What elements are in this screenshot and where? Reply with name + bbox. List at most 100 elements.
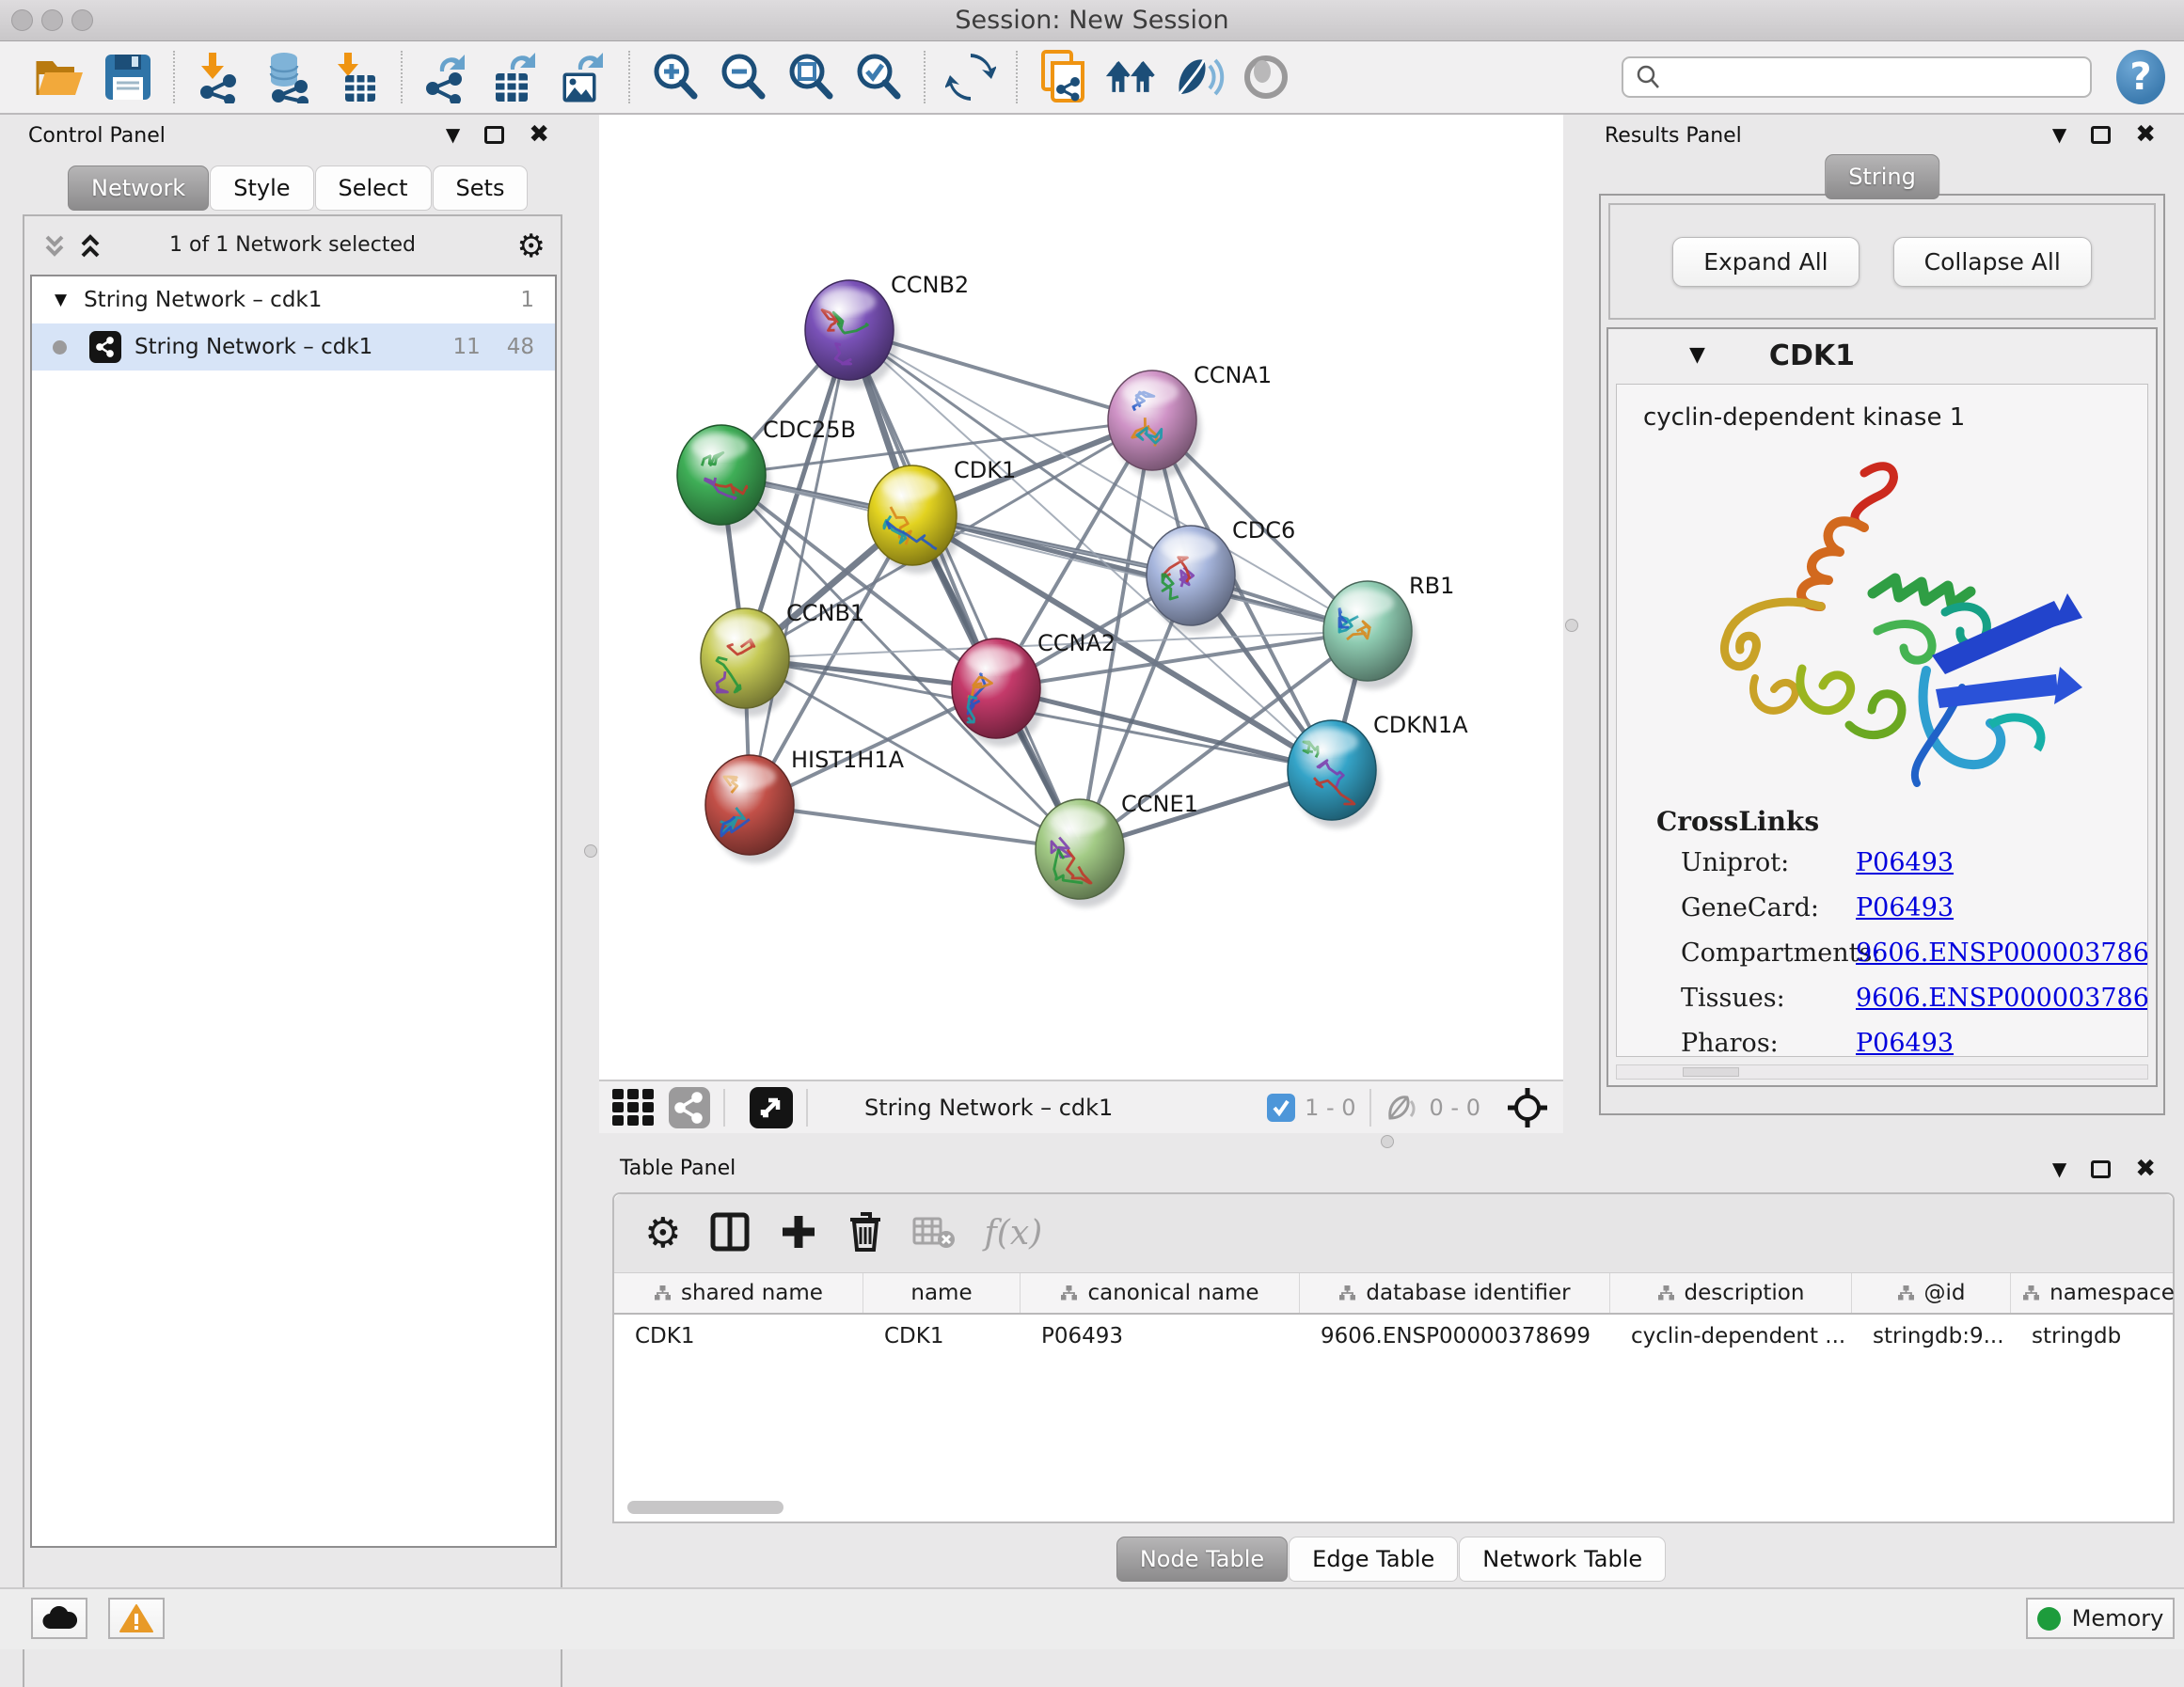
network-row[interactable]: String Network – cdk1 11 48	[32, 323, 555, 371]
delete-column-icon[interactable]	[847, 1210, 884, 1257]
table-horizontal-scrollbar[interactable]	[627, 1501, 783, 1514]
network-node-RB1[interactable]	[1323, 581, 1416, 689]
collapse-panel-icon[interactable]: ▼	[2052, 125, 2066, 144]
network-node-CCNE1[interactable]	[1036, 799, 1129, 907]
table-options-gear-icon[interactable]: ⚙	[644, 1209, 681, 1257]
tree-expand-icon[interactable]: ▼	[55, 292, 67, 308]
apply-layout-refresh-icon[interactable]	[944, 51, 997, 103]
tab-node-table[interactable]: Node Table	[1116, 1537, 1288, 1582]
tab-string[interactable]: String	[1825, 154, 1939, 199]
zoom-fit-content-icon[interactable]	[784, 51, 837, 103]
birds-eye-view-icon[interactable]	[610, 1087, 657, 1128]
warning-icon	[119, 1603, 153, 1633]
table-cell[interactable]: cyclin-dependent ...	[1610, 1315, 1852, 1348]
tab-select[interactable]: Select	[315, 166, 432, 211]
expand-all-button[interactable]: Expand All	[1672, 237, 1859, 287]
table-cell[interactable]: 9606.ENSP00000378699	[1300, 1315, 1610, 1348]
hidden-node-edge-counts: 0 - 0	[1430, 1095, 1480, 1121]
network-node-CDKN1A[interactable]	[1288, 720, 1381, 828]
open-view-in-window-icon[interactable]	[750, 1087, 793, 1128]
table-cell[interactable]: CDK1	[863, 1315, 1021, 1348]
function-builder-icon-disabled: f(x)	[984, 1214, 1042, 1253]
tab-network-table[interactable]: Network Table	[1459, 1537, 1666, 1582]
table-cell[interactable]: stringdb:9...	[1852, 1315, 2011, 1348]
column-header-database-identifier[interactable]: database identifier	[1300, 1273, 1610, 1313]
import-network-from-database-icon[interactable]	[261, 51, 314, 103]
left-splitter-handle[interactable]	[584, 844, 597, 858]
column-header-@id[interactable]: @id	[1852, 1273, 2011, 1313]
close-panel-icon[interactable]: ✖	[2135, 122, 2156, 147]
selected-items-checkbox[interactable]	[1267, 1094, 1295, 1122]
float-panel-icon[interactable]	[484, 126, 504, 144]
import-network-from-file-icon[interactable]	[194, 51, 246, 103]
network-node-CDK1[interactable]	[868, 465, 961, 574]
export-image-icon[interactable]	[557, 51, 609, 103]
tab-style[interactable]: Style	[210, 166, 313, 211]
enhance-graphics-icon[interactable]	[1172, 51, 1225, 103]
string-view-badge-icon[interactable]	[669, 1087, 710, 1128]
cloud-status-button[interactable]	[31, 1598, 87, 1639]
collapse-all-button[interactable]: Collapse All	[1893, 237, 2092, 287]
table-cell[interactable]: stringdb	[2011, 1315, 2184, 1348]
memory-button[interactable]: Memory	[2026, 1598, 2175, 1639]
zoom-out-icon[interactable]	[717, 51, 769, 103]
crosslink-genecard-link[interactable]: P06493	[1856, 893, 1954, 922]
close-panel-icon[interactable]: ✖	[2135, 1157, 2156, 1181]
close-panel-icon[interactable]: ✖	[529, 122, 549, 147]
tab-edge-table[interactable]: Edge Table	[1289, 1537, 1458, 1582]
help-button[interactable]: ?	[2116, 50, 2165, 104]
warnings-button[interactable]	[108, 1598, 165, 1639]
tab-sets[interactable]: Sets	[433, 166, 529, 211]
network-node-CCNB2[interactable]	[805, 280, 898, 388]
zoom-in-icon[interactable]	[649, 51, 702, 103]
gene-section-header[interactable]: ▼ CDK1	[1608, 329, 2156, 382]
horizontal-splitter-handle[interactable]	[1381, 1135, 1394, 1148]
collapse-panel-icon[interactable]: ▼	[446, 125, 460, 144]
fit-selection-crosshair-icon[interactable]	[1507, 1087, 1548, 1128]
column-header-name[interactable]: name	[863, 1273, 1021, 1313]
crosslink-pharos-link[interactable]: P06493	[1856, 1029, 1954, 1057]
crosslink-compartments-link[interactable]: 9606.ENSP00000378699	[1856, 938, 2148, 968]
export-network-icon[interactable]	[421, 51, 474, 103]
open-session-in-browser-icon[interactable]	[1037, 51, 1089, 103]
table-cell[interactable]: P06493	[1021, 1315, 1300, 1348]
zoom-selected-icon[interactable]	[852, 51, 905, 103]
crosslink-uniprot-link[interactable]: P06493	[1856, 848, 1954, 877]
network-node-HIST1H1A[interactable]	[705, 755, 799, 863]
create-column-icon[interactable]	[779, 1212, 818, 1255]
network-node-CCNA1[interactable]	[1108, 371, 1201, 479]
crosslink-tissues-link[interactable]: 9606.ENSP00000378699	[1856, 984, 2148, 1013]
right-splitter-handle[interactable]	[1565, 619, 1578, 632]
network-tab-pane: 1 of 1 Network selected ⚙ ▼ String Netwo…	[23, 214, 562, 1687]
string-home-icon[interactable]	[1104, 51, 1157, 103]
table-cell[interactable]: CDK1	[614, 1315, 863, 1348]
column-header-shared-name[interactable]: shared name	[614, 1273, 863, 1313]
network-node-CDC6[interactable]	[1147, 526, 1240, 634]
show-columns-icon[interactable]	[709, 1211, 751, 1256]
network-canvas[interactable]: CCNB2CCNA1CDC25BCDK1CDC6RB1CCNB1CCNA2CDK…	[599, 115, 1563, 1080]
results-panel-title: Results Panel	[1605, 124, 1742, 148]
import-table-from-file-icon[interactable]	[329, 51, 382, 103]
open-session-icon[interactable]	[34, 51, 87, 103]
export-table-icon[interactable]	[489, 51, 542, 103]
section-collapse-icon[interactable]: ▼	[1689, 345, 1705, 366]
column-header-description[interactable]: description	[1610, 1273, 1852, 1313]
node-label-HIST1H1A: HIST1H1A	[791, 747, 905, 773]
results-scrollbar[interactable]	[1616, 1064, 2148, 1080]
crosslink-label: Compartments:	[1681, 938, 1856, 968]
crosslinks-block: CrossLinks Uniprot:P06493 GeneCard:P0649…	[1656, 806, 2147, 1057]
search-input[interactable]	[1661, 64, 2056, 90]
column-header-canonical-name[interactable]: canonical name	[1021, 1273, 1300, 1313]
collapse-panel-icon[interactable]: ▼	[2052, 1159, 2066, 1178]
search-box[interactable]	[1622, 56, 2092, 98]
network-collection-row[interactable]: ▼ String Network – cdk1 1	[32, 276, 555, 323]
network-node-CDC25B[interactable]	[677, 425, 770, 533]
float-panel-icon[interactable]	[2091, 1160, 2111, 1178]
toolbar-separator	[723, 1089, 725, 1127]
save-session-icon[interactable]	[102, 51, 154, 103]
column-header-namespace[interactable]: namespace	[2011, 1273, 2184, 1313]
show-graphics-details-icon[interactable]	[1240, 51, 1292, 103]
network-options-gear-icon[interactable]: ⚙	[517, 228, 546, 265]
tab-network[interactable]: Network	[68, 166, 209, 211]
float-panel-icon[interactable]	[2091, 126, 2111, 144]
